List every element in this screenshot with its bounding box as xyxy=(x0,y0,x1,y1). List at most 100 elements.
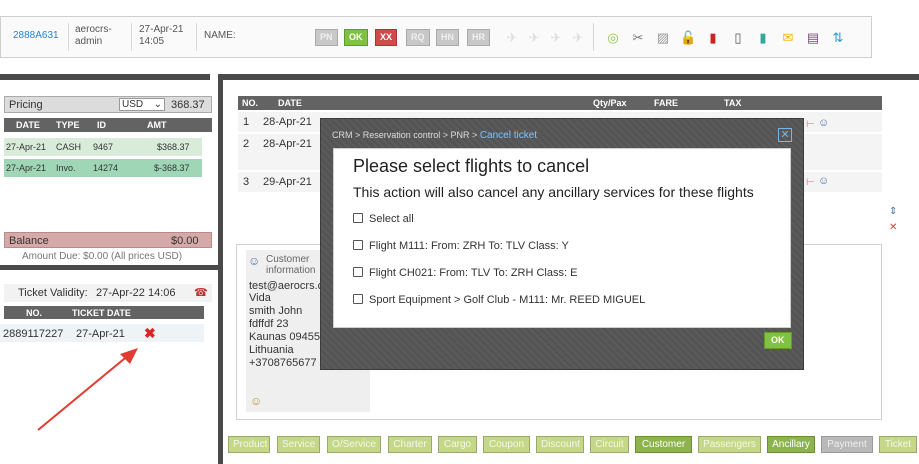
tab-o-service[interactable]: O/Service xyxy=(327,436,381,453)
separator-bar xyxy=(0,265,218,270)
tab-discount[interactable]: Discount xyxy=(536,436,584,453)
pnr-id[interactable]: 2888A631 xyxy=(13,30,59,42)
col-date: DATE xyxy=(16,120,40,130)
top-header: 2888A631 aerocrs- admin 27-Apr-21 14:05 … xyxy=(0,16,872,58)
cell-no: 2 xyxy=(243,138,250,150)
cell-date: 27-Apr-21 xyxy=(6,163,47,173)
flight-option-label: Flight CH021: From: TLV To: ZRH Class: E xyxy=(369,267,578,279)
tab-cargo[interactable]: Cargo xyxy=(438,436,477,453)
plane-icon[interactable]: ✈ xyxy=(548,30,564,46)
tab-ancillary[interactable]: Ancillary xyxy=(767,436,815,453)
mail-icon[interactable]: ✉ xyxy=(780,30,796,46)
checkbox-icon[interactable] xyxy=(353,294,363,304)
tab-circuit[interactable]: Circuit xyxy=(590,436,629,453)
status-rq-button[interactable]: RQ xyxy=(406,29,430,46)
refresh-circle-icon[interactable]: ◎ xyxy=(605,30,621,46)
cell-type: Invo. xyxy=(56,163,76,173)
select-all-checkbox[interactable]: Select all xyxy=(353,213,414,225)
flight-option-checkbox[interactable]: Flight M111: From: ZRH To: TLV Class: Y xyxy=(353,240,569,252)
ok-button[interactable]: OK xyxy=(764,332,792,349)
plane-icon[interactable]: ✈ xyxy=(526,30,542,46)
status-xx-button[interactable]: XX xyxy=(375,29,398,46)
unlock-icon[interactable]: 🔓 xyxy=(680,30,696,46)
user-line2: admin xyxy=(75,36,103,47)
balance-value: $0.00 xyxy=(171,235,199,247)
clipboard-icon[interactable]: ▯ xyxy=(730,30,746,46)
col-ticket-date: TICKET DATE xyxy=(72,308,131,318)
pricing-table-header: DATE TYPE ID AMT xyxy=(4,118,212,132)
arrow-shaft xyxy=(37,353,131,431)
sync-icon[interactable]: ⇅ xyxy=(830,30,846,46)
person-icon[interactable]: ☺ xyxy=(818,117,829,129)
flight-option-label: Flight M111: From: ZRH To: TLV Class: Y xyxy=(369,240,569,252)
customer-line: smith John xyxy=(249,305,303,317)
phone-icon[interactable]: ☎ xyxy=(194,286,208,299)
separator-bar xyxy=(222,74,919,80)
tab-payment[interactable]: Payment xyxy=(821,436,873,453)
checkbox-icon[interactable] xyxy=(353,213,363,223)
phone-icon[interactable]: ▮ xyxy=(755,30,771,46)
document-red-icon[interactable]: ▮ xyxy=(705,30,721,46)
checkbox-icon[interactable] xyxy=(353,267,363,277)
tab-customer[interactable]: Customer xyxy=(635,436,692,453)
checkbox-icon[interactable] xyxy=(353,240,363,250)
tab-passengers[interactable]: Passengers xyxy=(698,436,761,453)
bed-icon[interactable]: ⊢ xyxy=(806,119,815,130)
col-fare: FARE xyxy=(654,98,679,108)
validity-label: Ticket Validity: xyxy=(18,287,88,299)
plane-icon[interactable]: ✈ xyxy=(570,30,586,46)
table-row[interactable]: 27-Apr-21 Invo. 14274 $-368.37 xyxy=(4,159,202,177)
cell-id: 9467 xyxy=(93,142,114,152)
flights-table-header: NO. DATE Qty/Pax FARE TAX xyxy=(238,96,882,110)
scissors-icon[interactable]: ✂ xyxy=(630,30,646,46)
divider xyxy=(196,23,197,51)
amount-due-text: Amount Due: $0.00 (All prices USD) xyxy=(22,251,183,262)
modal-content: Please select flights to cancel This act… xyxy=(333,148,791,328)
currency-value: USD xyxy=(122,99,144,110)
delete-small-icon[interactable]: ✕ xyxy=(889,222,897,233)
tab-charter[interactable]: Charter xyxy=(388,436,432,453)
customer-label-2: information xyxy=(266,265,316,276)
cell-date: 28-Apr-21 xyxy=(263,116,312,128)
print-icon[interactable]: ▤ xyxy=(805,30,821,46)
close-icon[interactable]: ✕ xyxy=(778,128,792,142)
tab-service[interactable]: Service xyxy=(277,436,320,453)
status-hn-button[interactable]: HN xyxy=(436,29,459,46)
col-tax: TAX xyxy=(724,98,742,108)
currency-select[interactable]: USD ⌄ xyxy=(119,98,165,111)
pricing-label: Pricing xyxy=(9,99,43,111)
breadcrumb-active[interactable]: Cancel ticket xyxy=(480,130,537,141)
person-icon[interactable]: ☺ xyxy=(818,175,829,187)
ticket-table-header: NO. TICKET DATE xyxy=(4,306,204,319)
cell-amt: $-368.37 xyxy=(154,163,190,173)
cell-ticket-date: 27-Apr-21 xyxy=(76,328,125,340)
expand-icon[interactable]: ⇕ xyxy=(889,206,897,217)
status-hr-button[interactable]: HR xyxy=(467,29,490,46)
user-line1: aerocrs- xyxy=(75,24,112,35)
tab-product[interactable]: Product xyxy=(228,436,270,453)
ancillary-option-checkbox[interactable]: Sport Equipment > Golf Club - M111: Mr. … xyxy=(353,294,645,306)
cell-date: 28-Apr-21 xyxy=(263,138,312,150)
cell-no: 3 xyxy=(243,176,250,188)
cell-date: 29-Apr-21 xyxy=(263,176,312,188)
bed-icon[interactable]: ⊢ xyxy=(806,177,815,188)
customer-email: test@aerocrs.c xyxy=(249,280,324,292)
tab-ticket[interactable]: Ticket xyxy=(879,436,917,453)
col-type: TYPE xyxy=(56,120,80,130)
divider xyxy=(131,23,132,51)
tab-coupon[interactable]: Coupon xyxy=(483,436,530,453)
pricing-bar: Pricing USD ⌄ 368.37 xyxy=(4,96,212,113)
ticket-validity-bar: Ticket Validity: 27-Apr-22 14:06 ☎ xyxy=(4,284,212,302)
edit-icon[interactable]: ▨ xyxy=(655,30,671,46)
flight-option-checkbox[interactable]: Flight CH021: From: TLV To: ZRH Class: E xyxy=(353,267,577,279)
table-row[interactable]: 27-Apr-21 CASH 9467 $368.37 xyxy=(4,138,202,156)
customer-line: fdffdf 23 xyxy=(249,318,289,330)
status-ok-button[interactable]: OK xyxy=(344,29,368,46)
customer-label: Customer xyxy=(266,254,310,265)
col-no: NO. xyxy=(242,98,259,108)
col-no: NO. xyxy=(26,308,43,318)
person-edit-icon[interactable]: ☺ xyxy=(250,394,262,408)
cell-amt: $368.37 xyxy=(157,142,190,152)
status-pn-button[interactable]: PN xyxy=(315,29,338,46)
plane-icon[interactable]: ✈ xyxy=(504,30,520,46)
